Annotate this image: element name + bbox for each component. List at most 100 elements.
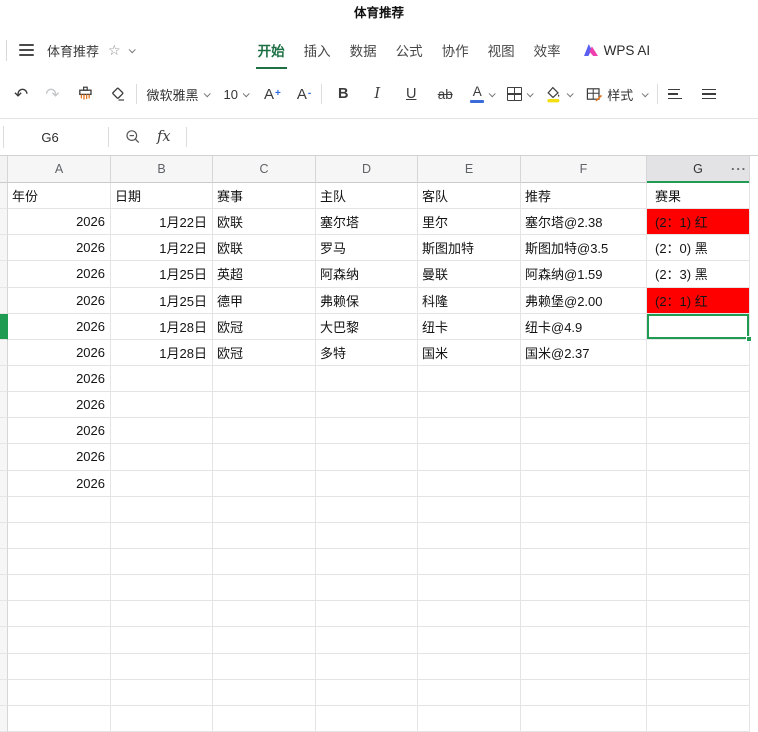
cell-G3[interactable]: (2：0) 黑 bbox=[647, 235, 750, 262]
cell-A21[interactable] bbox=[8, 705, 111, 732]
cell-E17[interactable] bbox=[418, 601, 521, 628]
column-header-E[interactable]: E bbox=[418, 156, 521, 183]
tab-collaboration[interactable]: 协作 bbox=[442, 40, 469, 60]
cell-D7[interactable]: 多特 bbox=[316, 339, 418, 366]
cell-D15[interactable] bbox=[316, 548, 418, 576]
cell-B10[interactable] bbox=[111, 418, 213, 445]
cell-C13[interactable] bbox=[213, 496, 316, 523]
column-header-F[interactable]: F bbox=[521, 156, 647, 183]
cell-D1[interactable]: 主队 bbox=[316, 183, 418, 210]
cell-F20[interactable] bbox=[521, 679, 647, 706]
row-header-8[interactable] bbox=[0, 365, 8, 393]
cell-E20[interactable] bbox=[418, 679, 521, 706]
font-size-select[interactable]: 10 bbox=[224, 87, 250, 102]
decrease-font-button[interactable]: A- bbox=[297, 86, 311, 103]
cell-F4[interactable]: 阿森纳@1.59 bbox=[521, 261, 647, 288]
cell-F6[interactable]: 纽卡@4.9 bbox=[521, 313, 647, 340]
cell-E6[interactable]: 纽卡 bbox=[418, 313, 521, 340]
cell-A18[interactable] bbox=[8, 627, 111, 654]
row-header-12[interactable] bbox=[0, 470, 8, 497]
cell-B16[interactable] bbox=[111, 575, 213, 602]
cell-B19[interactable] bbox=[111, 653, 213, 680]
cell-G5[interactable]: (2：1) 红 bbox=[647, 287, 750, 314]
tab-efficiency[interactable]: 效率 bbox=[534, 40, 561, 60]
cell-G10[interactable] bbox=[647, 418, 750, 445]
cell-G17[interactable] bbox=[647, 601, 750, 628]
cell-B7[interactable]: 1月28日 bbox=[111, 339, 213, 366]
formula-input[interactable] bbox=[187, 119, 758, 155]
column-header-D[interactable]: D bbox=[316, 156, 418, 183]
cell-E8[interactable] bbox=[418, 365, 521, 393]
cell-D21[interactable] bbox=[316, 705, 418, 732]
cell-D20[interactable] bbox=[316, 679, 418, 706]
chevron-down-icon[interactable] bbox=[566, 89, 574, 97]
fill-color-button[interactable] bbox=[545, 86, 562, 103]
row-header-3[interactable] bbox=[0, 235, 8, 262]
cell-F14[interactable] bbox=[521, 522, 647, 549]
cell-D6[interactable]: 大巴黎 bbox=[316, 313, 418, 340]
tab-insert[interactable]: 插入 bbox=[304, 40, 331, 60]
cell-C9[interactable] bbox=[213, 392, 316, 419]
chevron-down-icon[interactable] bbox=[488, 89, 496, 97]
cell-A7[interactable]: 2026 bbox=[8, 339, 111, 366]
row-header-7[interactable] bbox=[0, 339, 8, 366]
cell-C5[interactable]: 德甲 bbox=[213, 287, 316, 314]
cell-F3[interactable]: 斯图加特@3.5 bbox=[521, 235, 647, 262]
tab-data[interactable]: 数据 bbox=[350, 40, 377, 60]
cell-F15[interactable] bbox=[521, 548, 647, 576]
row-header-6[interactable] bbox=[0, 313, 8, 340]
row-header-15[interactable] bbox=[0, 548, 8, 576]
row-header-11[interactable] bbox=[0, 444, 8, 471]
document-name[interactable]: 体育推荐 bbox=[47, 41, 99, 60]
cell-G9[interactable] bbox=[647, 392, 750, 419]
cell-C4[interactable]: 英超 bbox=[213, 261, 316, 288]
cell-D11[interactable] bbox=[316, 444, 418, 471]
cell-D3[interactable]: 罗马 bbox=[316, 235, 418, 262]
cell-A1[interactable]: 年份 bbox=[8, 183, 111, 210]
cell-B1[interactable]: 日期 bbox=[111, 183, 213, 210]
cell-D12[interactable] bbox=[316, 470, 418, 497]
cell-A2[interactable]: 2026 bbox=[8, 209, 111, 236]
row-header-1[interactable] bbox=[0, 183, 8, 210]
italic-button[interactable]: I bbox=[368, 86, 386, 102]
cell-B15[interactable] bbox=[111, 548, 213, 576]
cell-B18[interactable] bbox=[111, 627, 213, 654]
cell-C7[interactable]: 欧冠 bbox=[213, 339, 316, 366]
cell-G1[interactable]: 赛果 bbox=[647, 183, 750, 210]
cell-C18[interactable] bbox=[213, 627, 316, 654]
cell-E9[interactable] bbox=[418, 392, 521, 419]
cell-A15[interactable] bbox=[8, 548, 111, 576]
cell-C17[interactable] bbox=[213, 601, 316, 628]
cell-D16[interactable] bbox=[316, 575, 418, 602]
cell-G13[interactable] bbox=[647, 496, 750, 523]
cell-D17[interactable] bbox=[316, 601, 418, 628]
cell-A10[interactable]: 2026 bbox=[8, 418, 111, 445]
cell-E1[interactable]: 客队 bbox=[418, 183, 521, 210]
cell-F7[interactable]: 国米@2.37 bbox=[521, 339, 647, 366]
cell-A11[interactable]: 2026 bbox=[8, 444, 111, 471]
cell-A5[interactable]: 2026 bbox=[8, 287, 111, 314]
cell-E12[interactable] bbox=[418, 470, 521, 497]
cell-C10[interactable] bbox=[213, 418, 316, 445]
cell-B11[interactable] bbox=[111, 444, 213, 471]
zoom-out-icon[interactable] bbox=[125, 129, 141, 145]
tab-formula[interactable]: 公式 bbox=[396, 40, 423, 60]
cell-A8[interactable]: 2026 bbox=[8, 365, 111, 393]
cell-D5[interactable]: 弗赖保 bbox=[316, 287, 418, 314]
cell-E4[interactable]: 曼联 bbox=[418, 261, 521, 288]
cell-D14[interactable] bbox=[316, 522, 418, 549]
cell-F18[interactable] bbox=[521, 627, 647, 654]
cell-F12[interactable] bbox=[521, 470, 647, 497]
row-header-18[interactable] bbox=[0, 627, 8, 654]
font-color-button[interactable]: A bbox=[470, 85, 485, 104]
cell-G11[interactable] bbox=[647, 444, 750, 471]
cell-G12[interactable] bbox=[647, 470, 750, 497]
undo-button[interactable]: ↶ bbox=[14, 86, 28, 103]
cell-B13[interactable] bbox=[111, 496, 213, 523]
cell-F1[interactable]: 推荐 bbox=[521, 183, 647, 210]
cell-B12[interactable] bbox=[111, 470, 213, 497]
favorite-star-icon[interactable]: ☆ bbox=[108, 43, 121, 57]
row-header-5[interactable] bbox=[0, 287, 8, 314]
tab-home[interactable]: 开始 bbox=[255, 40, 287, 69]
cell-D4[interactable]: 阿森纳 bbox=[316, 261, 418, 288]
